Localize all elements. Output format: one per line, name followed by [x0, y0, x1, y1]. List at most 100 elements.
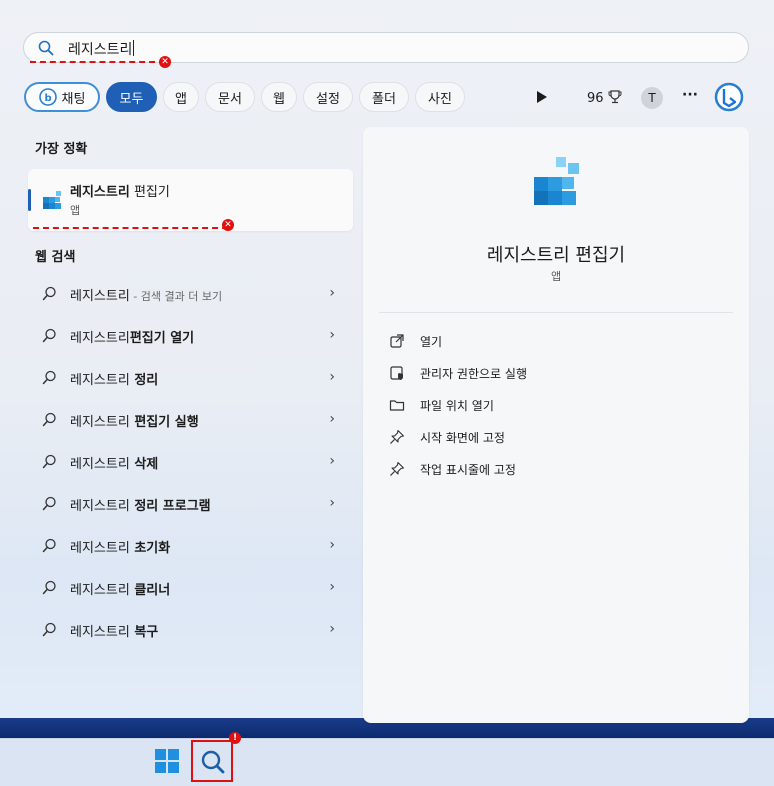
- action-run-as-admin-label: 관리자 권한으로 실행: [420, 367, 527, 381]
- tab-photos[interactable]: 사진: [415, 82, 465, 112]
- play-more-tabs-icon[interactable]: [536, 90, 548, 104]
- annotation-marker-result: ✕: [222, 219, 234, 231]
- web-search-item-label: 레지스트리편집기 열기: [70, 331, 195, 346]
- registry-editor-icon: [43, 191, 61, 209]
- pin-icon: [390, 429, 405, 444]
- web-search-item[interactable]: 레지스트리 클리너 ›: [28, 568, 353, 608]
- search-icon: [42, 580, 56, 595]
- detail-pane: 레지스트리 편집기 앱 열기 관리자 권한으로 실행 파일 위치 열기 시작 화…: [363, 127, 749, 723]
- chevron-right-icon: ›: [329, 579, 335, 595]
- web-search-item[interactable]: 레지스트리 - 검색 결과 더 보기 ›: [28, 274, 353, 314]
- taskbar: [0, 738, 774, 786]
- annotation-marker-search: ✕: [159, 56, 171, 68]
- rewards-points-value: 96: [587, 91, 604, 106]
- search-icon: [42, 496, 56, 511]
- web-search-item[interactable]: 레지스트리편집기 열기 ›: [28, 316, 353, 356]
- search-icon: [201, 750, 225, 774]
- search-icon: [38, 40, 54, 56]
- tab-apps[interactable]: 앱: [163, 82, 199, 112]
- action-open-file-location[interactable]: 파일 위치 열기: [389, 393, 729, 417]
- action-pin-to-start-label: 시작 화면에 고정: [420, 431, 505, 445]
- web-search-item-label: 레지스트리 삭제: [70, 457, 159, 472]
- best-match-subtitle: 앱: [70, 204, 81, 217]
- tab-photos-label: 사진: [428, 91, 452, 107]
- chevron-right-icon: ›: [329, 369, 335, 385]
- detail-app-subtitle: 앱: [550, 270, 562, 283]
- rewards-points[interactable]: 96: [587, 90, 622, 106]
- web-search-item-label: 레지스트리 복구: [70, 625, 159, 640]
- action-pin-to-taskbar-label: 작업 표시줄에 고정: [420, 463, 516, 477]
- best-match-heading: 가장 정확: [35, 142, 88, 157]
- action-open[interactable]: 열기: [389, 329, 729, 353]
- search-icon: [42, 454, 56, 469]
- web-search-item[interactable]: 레지스트리 정리 ›: [28, 358, 353, 398]
- web-search-item[interactable]: 레지스트리 복구 ›: [28, 610, 353, 650]
- pin-icon: [390, 461, 405, 476]
- chevron-right-icon: ›: [329, 327, 335, 343]
- annotation-marker-taskbar: !: [229, 732, 241, 744]
- action-open-label: 열기: [420, 335, 443, 349]
- svg-text:b: b: [44, 93, 51, 104]
- open-external-icon: [390, 334, 404, 348]
- chevron-right-icon: ›: [329, 621, 335, 637]
- web-search-item[interactable]: 레지스트리 초기화 ›: [28, 526, 353, 566]
- action-open-file-location-label: 파일 위치 열기: [420, 399, 494, 413]
- tab-web-label: 웹: [273, 91, 285, 107]
- trophy-icon: [608, 90, 622, 104]
- more-options-label: ···: [682, 87, 698, 103]
- taskbar-search-button[interactable]: [191, 740, 233, 782]
- chevron-right-icon: ›: [329, 411, 335, 427]
- tab-folders-label: 폴더: [372, 91, 396, 107]
- chevron-right-icon: ›: [329, 495, 335, 511]
- search-icon: [42, 622, 56, 637]
- windows-start-icon[interactable]: [155, 749, 179, 773]
- search-icon: [42, 286, 56, 301]
- detail-app-title: 레지스트리 편집기: [486, 245, 626, 266]
- web-search-item-label: 레지스트리 정리 프로그램: [70, 499, 211, 514]
- tab-settings-label: 설정: [316, 91, 340, 107]
- search-icon: [42, 328, 56, 343]
- tab-all-label: 모두: [119, 91, 144, 107]
- search-icon: [42, 538, 56, 553]
- web-search-item[interactable]: 레지스트리 삭제 ›: [28, 442, 353, 482]
- web-search-item-label: 레지스트리 초기화: [70, 541, 171, 556]
- bing-chat-icon: b: [38, 88, 57, 106]
- tab-documents[interactable]: 문서: [205, 82, 255, 112]
- web-search-item-label: 레지스트리 - 검색 결과 더 보기: [70, 289, 223, 304]
- tab-chat[interactable]: b 채팅: [24, 82, 100, 112]
- chevron-right-icon: ›: [329, 453, 335, 469]
- search-icon: [42, 412, 56, 427]
- chevron-right-icon: ›: [329, 285, 335, 301]
- folder-icon: [389, 400, 405, 411]
- tab-folders[interactable]: 폴더: [359, 82, 409, 112]
- search-query: 레지스트리: [68, 40, 135, 58]
- avatar-initial: T: [648, 91, 656, 105]
- web-search-item[interactable]: 레지스트리 편집기 실행 ›: [28, 400, 353, 440]
- best-match-result[interactable]: 레지스트리 편집기 앱: [28, 169, 353, 231]
- action-run-as-admin[interactable]: 관리자 권한으로 실행: [389, 361, 729, 385]
- tab-web[interactable]: 웹: [261, 82, 297, 112]
- tab-chat-label: 채팅: [61, 91, 86, 107]
- divider: [379, 312, 733, 313]
- search-icon: [42, 370, 56, 385]
- chevron-right-icon: ›: [329, 537, 335, 553]
- selection-indicator: [28, 189, 31, 211]
- tab-settings[interactable]: 설정: [303, 82, 353, 112]
- web-search-item-label: 레지스트리 클리너: [70, 583, 171, 598]
- web-search-heading: 웹 검색: [35, 250, 76, 265]
- tab-documents-label: 문서: [218, 91, 242, 107]
- annotation-underline-result: [33, 227, 228, 229]
- action-pin-to-start[interactable]: 시작 화면에 고정: [389, 425, 729, 449]
- avatar[interactable]: T: [641, 87, 663, 109]
- best-match-title: 레지스트리 편집기: [70, 185, 170, 200]
- registry-editor-large-icon: [534, 157, 579, 205]
- web-search-item-label: 레지스트리 정리: [70, 373, 159, 388]
- tab-apps-label: 앱: [175, 91, 187, 107]
- action-pin-to-taskbar[interactable]: 작업 표시줄에 고정: [389, 457, 729, 481]
- web-search-item[interactable]: 레지스트리 정리 프로그램 ›: [28, 484, 353, 524]
- search-input[interactable]: 레지스트리: [23, 32, 749, 63]
- bing-logo-icon[interactable]: [713, 81, 745, 113]
- more-options-button[interactable]: ···: [682, 87, 698, 103]
- admin-shield-icon: [390, 366, 403, 380]
- tab-all[interactable]: 모두: [106, 82, 157, 112]
